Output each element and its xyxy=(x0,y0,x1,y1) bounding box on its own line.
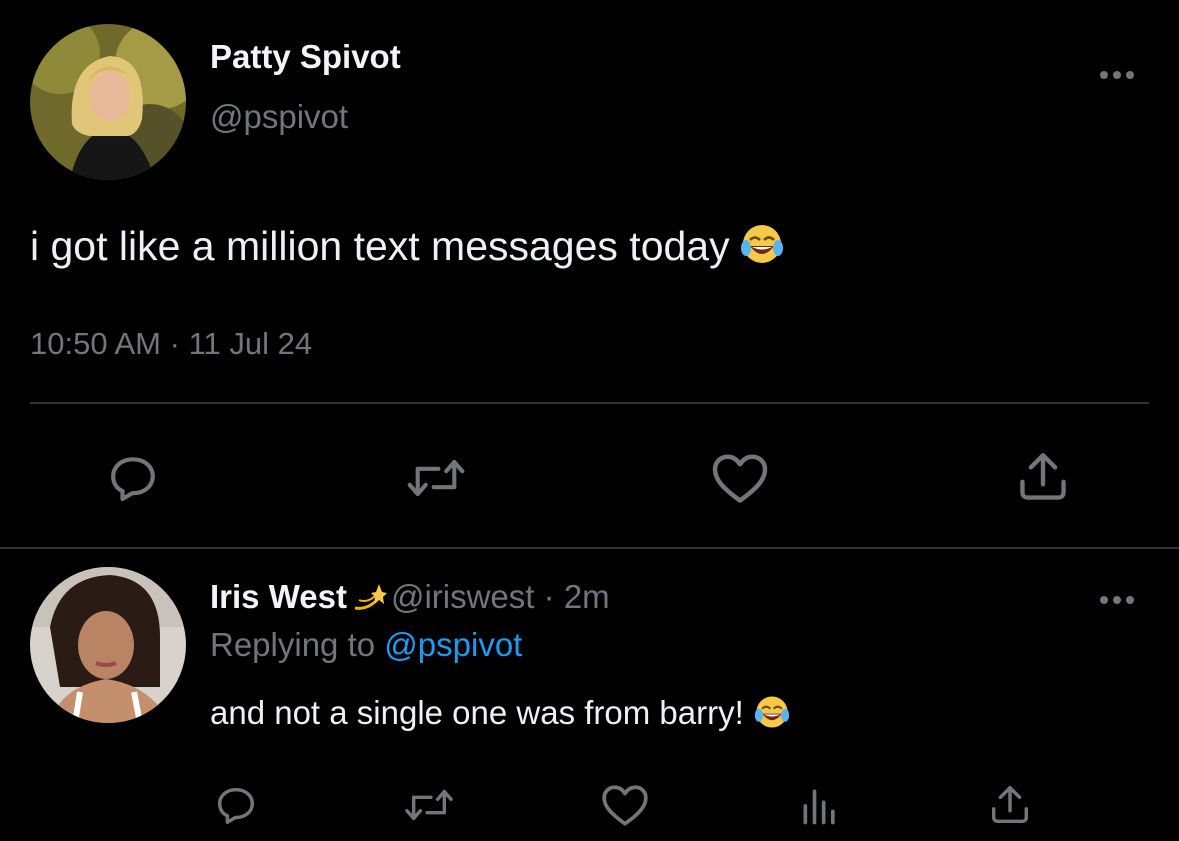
reply-icon xyxy=(111,457,155,502)
reply-share-button[interactable] xyxy=(987,782,1033,833)
tweet-time: 10:50 AM xyxy=(30,326,161,361)
tears-of-joy-emoji-icon xyxy=(740,222,784,276)
share-button[interactable] xyxy=(1014,448,1072,511)
more-options-button[interactable] xyxy=(1097,60,1137,90)
retweet-icon xyxy=(405,789,453,821)
tweet-text-body: i got like a million text messages today xyxy=(30,223,730,269)
retweet-button[interactable] xyxy=(404,450,468,511)
share-icon xyxy=(991,786,1029,824)
meta-separator: · xyxy=(169,326,180,361)
dizzy-emoji-icon xyxy=(353,582,387,620)
reply-text-body: and not a single one was from barry! xyxy=(210,694,744,731)
tweet-timestamp[interactable]: 10:50 AM · 11 Jul 24 xyxy=(30,326,312,362)
retweet-icon xyxy=(407,459,465,497)
reply-retweet-button[interactable] xyxy=(402,782,456,833)
reply-age[interactable]: 2m xyxy=(564,578,610,615)
avatar-photo-icon xyxy=(30,24,186,180)
reply-icon xyxy=(217,787,255,824)
reply-like-button[interactable] xyxy=(600,782,650,833)
reply-header: Iris West @iriswest · 2m xyxy=(210,578,610,620)
like-button[interactable] xyxy=(710,450,770,511)
divider xyxy=(30,402,1149,404)
views-icon xyxy=(803,789,835,825)
tweet-date: 11 Jul 24 xyxy=(188,326,313,361)
reply-button[interactable] xyxy=(105,450,161,511)
author-display-name[interactable]: Patty Spivot xyxy=(210,38,401,76)
more-horizontal-icon xyxy=(1100,71,1134,79)
reply-more-options-button[interactable] xyxy=(1097,585,1137,615)
share-icon xyxy=(1020,453,1066,500)
author-handle[interactable]: @pspivot xyxy=(210,98,348,136)
author-avatar[interactable] xyxy=(30,24,186,180)
like-icon xyxy=(712,454,768,503)
replying-to-handle-link[interactable]: @pspivot xyxy=(384,626,522,663)
like-icon xyxy=(602,785,648,826)
reply-author-avatar[interactable] xyxy=(30,567,186,723)
reply-author-handle[interactable]: @iriswest xyxy=(391,578,535,615)
reply-reply-button[interactable] xyxy=(213,782,259,833)
avatar-photo-icon xyxy=(30,567,186,723)
replying-to: Replying to @pspivot xyxy=(210,626,522,664)
reply-views-button[interactable] xyxy=(798,784,842,833)
tweet-text: i got like a million text messages today xyxy=(30,222,784,276)
tears-of-joy-emoji-icon xyxy=(754,694,790,738)
reply-text: and not a single one was from barry! xyxy=(210,694,790,738)
replying-prefix: Replying to xyxy=(210,626,376,663)
meta-separator: · xyxy=(543,578,555,615)
more-horizontal-icon xyxy=(1100,596,1134,604)
divider xyxy=(0,547,1179,549)
reply-author-display-name[interactable]: Iris West xyxy=(210,578,347,615)
